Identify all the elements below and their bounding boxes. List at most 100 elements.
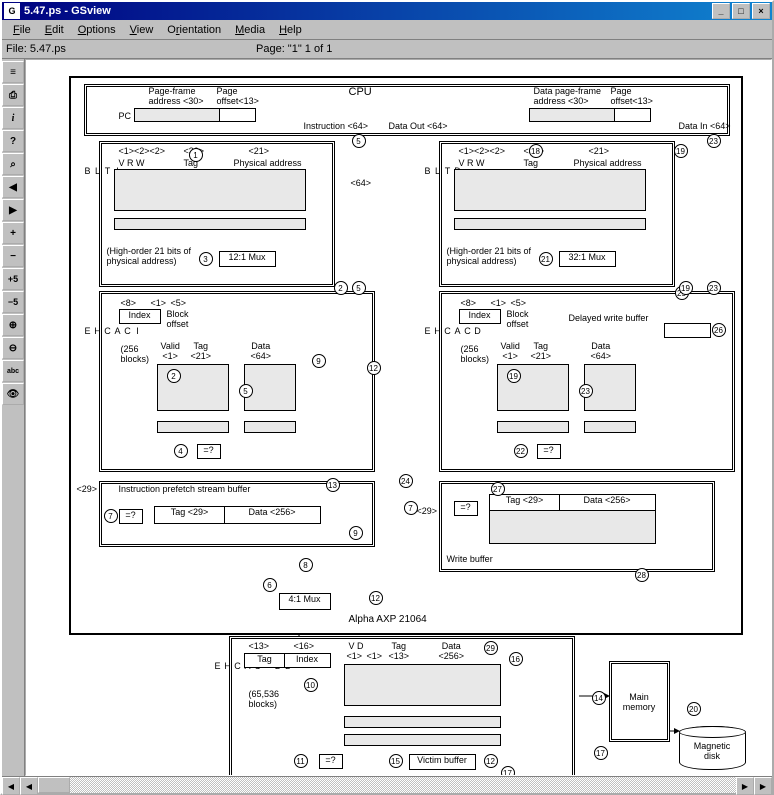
dtlb-highorder: (High-order 21 bits of physical address): [447, 246, 532, 266]
menu-media[interactable]: Media: [228, 23, 272, 37]
ic-bits5: <5>: [171, 298, 187, 308]
scroll-left-button[interactable]: ◀: [2, 777, 20, 795]
tool-print[interactable]: ⎙: [2, 84, 24, 106]
step-3: 3: [199, 252, 213, 266]
dtlb-row2: [454, 218, 646, 230]
step-12b: 12: [369, 591, 383, 605]
tool-eye[interactable]: 👁: [2, 383, 24, 405]
l2-bits1a: <1>: [347, 651, 363, 661]
step-9a: 9: [349, 526, 363, 540]
wb-eq: =?: [454, 501, 478, 516]
menu-options[interactable]: Options: [71, 23, 123, 37]
itlb-bits1: <1><2><2>: [119, 146, 166, 156]
step-19b: 19: [679, 281, 693, 295]
tool-info[interactable]: i: [2, 107, 24, 129]
dc-bits8: <8>: [461, 298, 477, 308]
scroll-right2-button[interactable]: ▶: [754, 777, 772, 795]
tool-next[interactable]: ▶: [2, 199, 24, 221]
tool-open[interactable]: ≡: [2, 61, 24, 83]
pageframe-label: Page-frame address <30>: [149, 86, 204, 106]
itlb-bits21: <21>: [249, 146, 270, 156]
dc-eq: =?: [537, 444, 561, 459]
ic-tagrow2: [157, 421, 229, 433]
step-9: 9: [312, 354, 326, 368]
step-19: 19: [507, 369, 521, 383]
dpageoffset-label: Page offset<13>: [611, 86, 653, 106]
tool-minus[interactable]: −: [2, 245, 24, 267]
menu-orientation[interactable]: Orientation: [160, 23, 228, 37]
tool-prev[interactable]: ◀: [2, 176, 24, 198]
step-19a: 19: [674, 144, 688, 158]
scroll-right-button[interactable]: ▶: [736, 777, 754, 795]
alpha-label: Alpha AXP 21064: [349, 614, 427, 625]
tool-zoomout[interactable]: ⊖: [2, 337, 24, 359]
dcache-label: D C A C H E: [423, 326, 483, 334]
step-11: 11: [294, 754, 308, 768]
step-29: 29: [484, 641, 498, 655]
tool-plus5[interactable]: +5: [2, 268, 24, 290]
window-title: 5.47.ps - GSview: [24, 5, 710, 17]
step-26: 26: [712, 323, 726, 337]
step-5b: 5: [352, 281, 366, 295]
tool-abc[interactable]: abc: [2, 360, 24, 382]
dc-bits5: <5>: [511, 298, 527, 308]
dpc-off: [614, 108, 651, 122]
scroll-thumb[interactable]: [38, 777, 70, 793]
step-15: 15: [389, 754, 403, 768]
l2-vd: V D: [349, 641, 364, 651]
titlebar: G 5.47.ps - GSview _ □ ×: [2, 2, 772, 20]
pf-data: Data <256>: [224, 506, 321, 524]
instr-label: Instruction <64>: [304, 121, 369, 131]
app-window: G 5.47.ps - GSview _ □ × File Edit Optio…: [0, 0, 774, 795]
tool-find[interactable]: ⌕: [2, 153, 24, 175]
wb-rows: [489, 510, 656, 544]
menu-view[interactable]: View: [123, 23, 161, 37]
step-12a: 12: [367, 361, 381, 375]
menu-help[interactable]: Help: [272, 23, 309, 37]
tool-minus5[interactable]: −5: [2, 291, 24, 313]
l2-data256: Data <256>: [439, 641, 465, 661]
step-17: 17: [594, 746, 608, 760]
menu-file[interactable]: File: [6, 23, 38, 37]
step-18: 18: [529, 144, 543, 158]
maximize-button[interactable]: □: [732, 3, 750, 19]
l2-bits16: <16>: [294, 641, 315, 651]
ic-valid: Valid <1>: [161, 341, 180, 361]
l2-bits13: <13>: [249, 641, 270, 651]
itlb-row2: [114, 218, 306, 230]
step-14: 14: [592, 691, 606, 705]
tool-help[interactable]: ?: [2, 130, 24, 152]
step-27: 27: [491, 482, 505, 496]
scroll-track[interactable]: [38, 777, 736, 793]
horizontal-scrollbar[interactable]: ◀ ◀ ▶ ▶: [2, 776, 772, 793]
ic-bits1s: <1>: [151, 298, 167, 308]
scroll-left2-button[interactable]: ◀: [20, 777, 38, 795]
menu-edit[interactable]: Edit: [38, 23, 71, 37]
info-page: Page: "1" 1 of 1: [256, 43, 768, 55]
document-viewport[interactable]: Alpha AXP 21064 CPU Page-frame address <…: [25, 59, 772, 776]
app-icon: G: [4, 3, 20, 19]
step-7a: 7: [404, 501, 418, 515]
step-28: 28: [635, 568, 649, 582]
dataout-label: Data Out <64>: [389, 121, 448, 131]
step-20: 20: [687, 702, 701, 716]
close-button[interactable]: ×: [752, 3, 770, 19]
step-2: 2: [167, 369, 181, 383]
datain-label: Data In <64>: [679, 121, 731, 131]
cpu-label: CPU: [349, 86, 372, 98]
tool-zoomin[interactable]: ⊕: [2, 314, 24, 336]
minimize-button[interactable]: _: [712, 3, 730, 19]
ic-tag21: Tag <21>: [191, 341, 212, 361]
pc-label: PC: [119, 111, 132, 121]
tool-plus[interactable]: +: [2, 222, 24, 244]
bits29b: <29>: [417, 506, 438, 516]
step-22: 22: [514, 444, 528, 458]
step-10: 10: [304, 678, 318, 692]
step-12: 12: [484, 754, 498, 768]
step-16: 16: [509, 652, 523, 666]
itlb-vrw: V R W: [119, 158, 145, 168]
step-5: 5: [239, 384, 253, 398]
step-23: 23: [579, 384, 593, 398]
ic-data64: Data <64>: [251, 341, 272, 361]
dc-tagrow2: [497, 421, 569, 433]
